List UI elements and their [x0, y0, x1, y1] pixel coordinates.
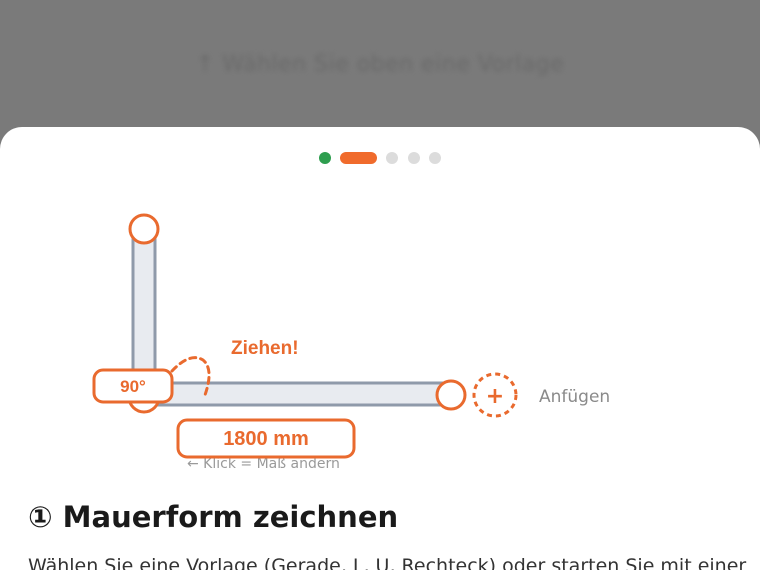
- backdrop-hint: ↑ Wählen Sie oben eine Vorlage: [195, 52, 565, 77]
- add-segment-label: Anfügen: [539, 387, 610, 407]
- plus-icon: +: [486, 384, 504, 409]
- length-label: 1800 mm: [223, 428, 309, 450]
- onboarding-sheet: Ziehen! 90° + Anfügen ← Klick = Maß ände…: [0, 127, 760, 570]
- wall-endpoint-top[interactable]: [128, 213, 160, 245]
- step-description: Wählen Sie eine Vorlage (Gerade, L, U, R…: [28, 555, 747, 570]
- wall-segment-horizontal: [131, 381, 453, 407]
- wall-diagram: Ziehen! 90° + Anfügen ← Klick = Maß ände…: [92, 213, 610, 472]
- wall-endpoint-right[interactable]: [435, 379, 467, 411]
- drag-label: Ziehen!: [231, 338, 299, 359]
- angle-label: 90°: [120, 377, 146, 396]
- step-title: ① Mauerform zeichnen: [28, 500, 399, 534]
